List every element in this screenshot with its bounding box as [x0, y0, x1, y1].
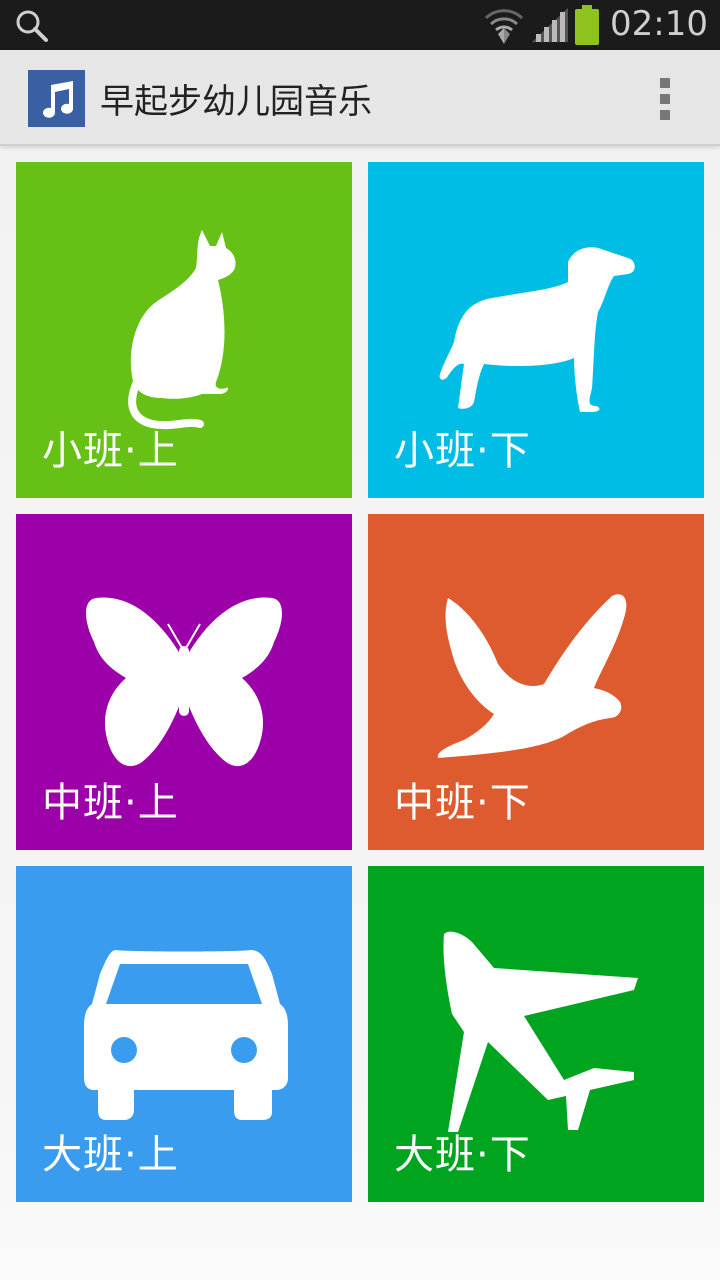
tile-label: 大班·下	[394, 1132, 531, 1178]
tile-middle-class-2[interactable]: 中班·下	[368, 514, 704, 850]
tile-small-class-2[interactable]: 小班·下	[368, 162, 704, 498]
status-clock: 02:10	[610, 4, 708, 44]
tile-small-class-1[interactable]: 小班·上	[16, 162, 352, 498]
signal-icon	[532, 8, 568, 42]
tile-large-class-1[interactable]: 大班·上	[16, 866, 352, 1202]
overflow-menu-icon[interactable]	[652, 76, 678, 122]
tile-label: 小班·上	[42, 428, 179, 474]
tile-label: 中班·上	[42, 780, 179, 826]
tile-large-class-2[interactable]: 大班·下	[368, 866, 704, 1202]
wifi-icon	[484, 9, 524, 44]
tile-label: 中班·下	[394, 780, 531, 826]
tile-middle-class-1[interactable]: 中班·上	[16, 514, 352, 850]
tile-label: 大班·上	[42, 1132, 179, 1178]
tile-label: 小班·下	[394, 428, 531, 474]
status-bar: 02:10	[0, 0, 720, 50]
action-bar: 早起步幼儿园音乐	[0, 50, 720, 146]
music-note-icon	[42, 80, 73, 118]
battery-icon	[575, 5, 599, 45]
app-icon[interactable]	[28, 70, 85, 127]
app-title: 早起步幼儿园音乐	[100, 82, 372, 122]
search-icon[interactable]	[14, 8, 50, 44]
